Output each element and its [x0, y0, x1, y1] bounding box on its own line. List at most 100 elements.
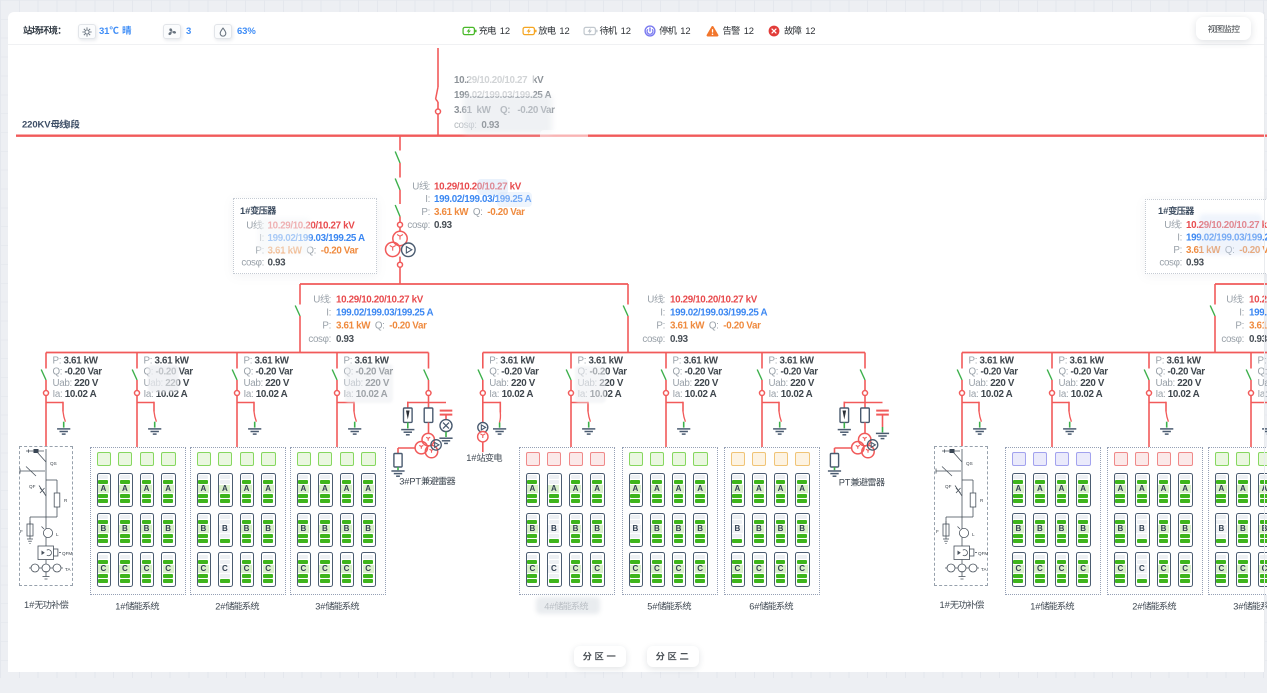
svg-text:Uab:: Uab: [1156, 378, 1178, 389]
svg-text:Q:: Q: [1156, 367, 1168, 378]
svg-text:3: 3 [186, 26, 191, 37]
svg-text:QS: QS [50, 461, 57, 466]
svg-text:Q:: Q: [302, 245, 321, 256]
svg-text:12: 12 [805, 25, 815, 36]
svg-text:Uab:: Uab: [1059, 378, 1081, 389]
svg-text:12: 12 [744, 25, 754, 36]
svg-text:I:: I: [425, 194, 430, 205]
svg-text:31: 31 [99, 26, 110, 37]
svg-text:1#: 1# [1030, 601, 1041, 611]
svg-text:QF: QF [945, 484, 952, 489]
svg-text:5#: 5# [647, 601, 658, 611]
svg-text:Ia:: Ia: [144, 389, 156, 400]
svg-text:10.02 A: 10.02 A [156, 389, 188, 400]
svg-text:Ia:: Ia: [53, 389, 65, 400]
svg-text:cosφ:: cosφ: [454, 120, 481, 131]
svg-text:-0.20 Var: -0.20 Var [1239, 245, 1267, 256]
svg-text:3.61 kW: 3.61 kW [255, 355, 290, 366]
svg-text:Uab:: Uab: [769, 378, 791, 389]
svg-text:0.93: 0.93 [268, 258, 287, 269]
svg-text:R: R [64, 498, 68, 503]
svg-text:Q:: Q: [769, 367, 781, 378]
svg-text:P:: P: [969, 355, 980, 366]
svg-text:P:: P: [144, 355, 155, 366]
svg-text:Q:: Q: [344, 367, 356, 378]
svg-text:Uab:: Uab: [244, 378, 266, 389]
svg-text:cosφ:: cosφ: [241, 258, 264, 269]
svg-text:3.61 kW: 3.61 kW [670, 321, 705, 332]
svg-text:10.02 A: 10.02 A [590, 389, 622, 400]
svg-text::: : [428, 181, 430, 192]
svg-text:3.61 kW: 3.61 kW [155, 355, 190, 366]
svg-text:3.61 kW: 3.61 kW [1167, 355, 1202, 366]
svg-text:10.02 A: 10.02 A [981, 389, 1013, 400]
svg-text:-0.20 Var: -0.20 Var [321, 245, 359, 256]
svg-text:1#: 1# [1158, 206, 1169, 216]
svg-text:199.02/199.03/199.25 A: 199.02/199.03/199.25 A [670, 308, 768, 319]
svg-text:U: U [412, 181, 419, 192]
svg-text:Uab:: Uab: [489, 378, 511, 389]
svg-text:QS: QS [966, 461, 973, 466]
svg-text::: : [1242, 295, 1244, 306]
svg-text:220 V: 220 V [265, 378, 290, 389]
svg-text:P:: P: [421, 207, 430, 218]
svg-text:QFM: QFM [978, 551, 988, 556]
svg-text:-0.20 Var: -0.20 Var [487, 207, 525, 218]
svg-text:Uab:: Uab: [1258, 378, 1267, 389]
svg-text:3.61 kW: 3.61 kW [336, 321, 371, 332]
svg-text:1#: 1# [115, 601, 126, 611]
svg-text:220 V: 220 V [694, 378, 719, 389]
svg-text:cosφ:: cosφ: [1221, 334, 1244, 345]
svg-text:Q:: Q: [370, 321, 389, 332]
svg-text::: : [262, 221, 264, 232]
svg-text:-0.20 Var: -0.20 Var [1071, 367, 1109, 378]
svg-text:Q:: Q: [1258, 367, 1267, 378]
svg-text:Q:: Q: [468, 207, 487, 218]
svg-text:0.93: 0.93 [336, 334, 355, 345]
svg-text:220 V: 220 V [165, 378, 190, 389]
svg-text:P:: P: [673, 355, 684, 366]
svg-text:12: 12 [559, 25, 569, 36]
svg-text:Ia:: Ia: [1156, 389, 1168, 400]
svg-text:U: U [246, 221, 253, 232]
svg-text:R: R [980, 498, 984, 503]
svg-text:3.61 kW: 3.61 kW [64, 355, 99, 366]
svg-text:220 V: 220 V [790, 378, 815, 389]
svg-text:-0.20 Var: -0.20 Var [723, 321, 761, 332]
svg-text:P:: P: [1059, 355, 1070, 366]
svg-text:3.61 kW: 3.61 kW [589, 355, 624, 366]
svg-text:12: 12 [680, 25, 690, 36]
svg-text:220 V: 220 V [599, 378, 624, 389]
svg-text:63%: 63% [237, 26, 256, 37]
svg-text:I:: I: [1177, 232, 1182, 243]
svg-text:cosφ:: cosφ: [642, 334, 665, 345]
svg-text:F: F [936, 529, 939, 534]
svg-text:3#: 3# [315, 601, 326, 611]
svg-text:Ia:: Ia: [673, 389, 685, 400]
svg-text:Q:: Q: [969, 367, 981, 378]
svg-text:Ia:: Ia: [244, 389, 256, 400]
svg-text:U: U [313, 295, 320, 306]
svg-text:220 V: 220 V [990, 378, 1015, 389]
svg-text:Uab:: Uab: [578, 378, 600, 389]
svg-text:TA: TA [65, 567, 71, 572]
svg-text:10.02 A: 10.02 A [1071, 389, 1103, 400]
svg-text:199.02/199.03/199.25 A: 199.02/199.03/199.25 A [268, 233, 366, 244]
svg-text:10.02 A: 10.02 A [502, 389, 534, 400]
svg-text:220 V: 220 V [1080, 378, 1105, 389]
svg-text::: : [663, 295, 665, 306]
svg-text:12: 12 [621, 25, 631, 36]
svg-text:-0.20 Var: -0.20 Var [781, 367, 819, 378]
svg-text:Q:: Q: [673, 367, 685, 378]
svg-text:3.61 kW: 3.61 kW [500, 355, 535, 366]
svg-text::: : [329, 295, 331, 306]
svg-text:Q:: Q: [578, 367, 590, 378]
svg-text:L: L [56, 532, 59, 537]
svg-text:Ia:: Ia: [1258, 389, 1267, 400]
svg-text:3.61 kW: 3.61 kW [434, 207, 469, 218]
svg-text:-0.20 Var: -0.20 Var [256, 367, 294, 378]
svg-text:P:: P: [344, 355, 355, 366]
svg-text:U: U [1164, 220, 1171, 231]
svg-text:-0.20 Var: -0.20 Var [389, 321, 427, 332]
svg-text:Q:: Q: [489, 367, 501, 378]
